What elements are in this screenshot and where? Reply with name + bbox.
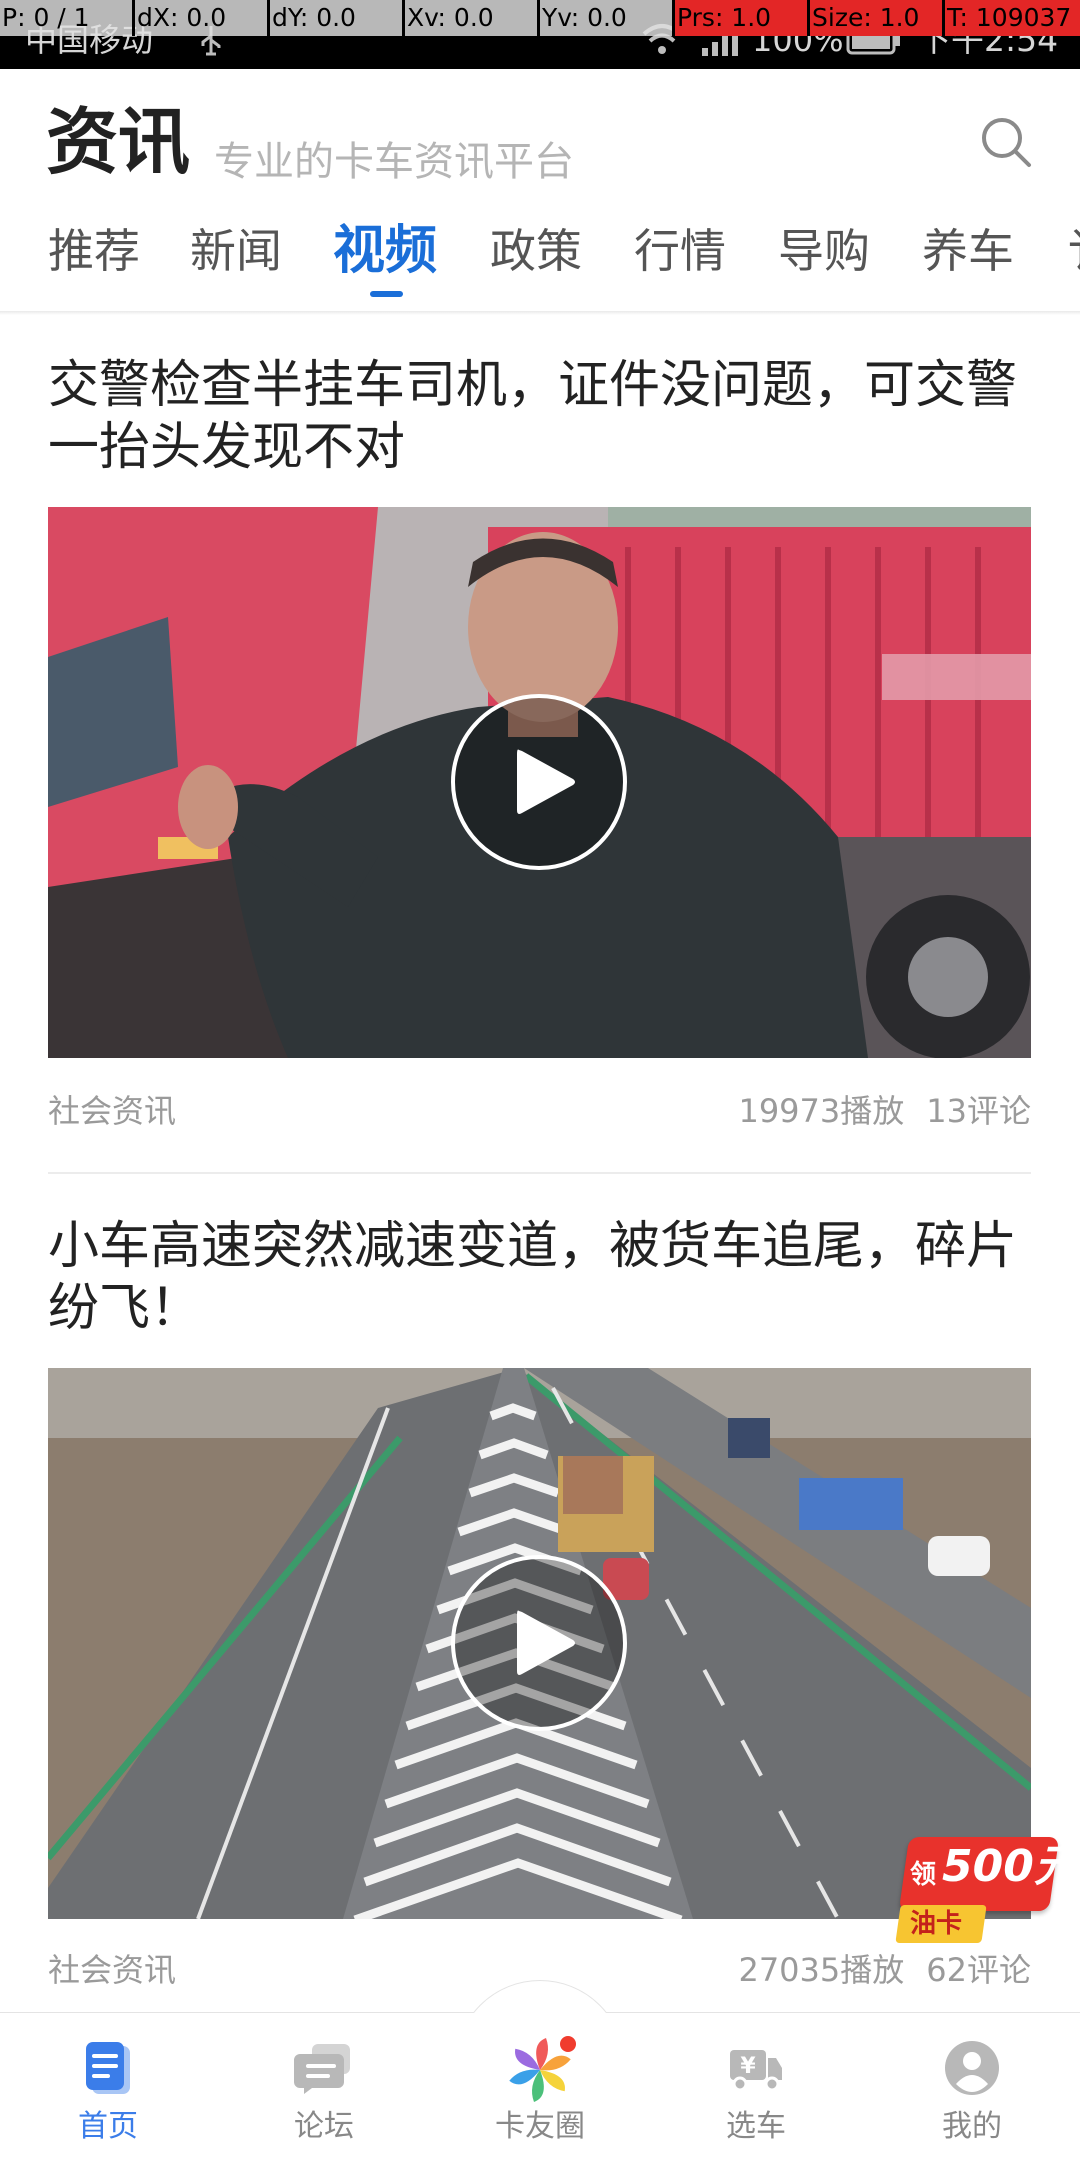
badge-amount: 500元 (942, 1841, 1078, 1892)
nav-item-home[interactable]: 首页 (0, 2013, 216, 2160)
home-doc-icon (86, 2042, 130, 2094)
nav-item-mine[interactable]: 我的 (864, 2013, 1080, 2160)
badge-prefix: 领 (910, 1860, 937, 1890)
comment-count: 62评论 (926, 1951, 1031, 1989)
tab-news[interactable]: 新闻 (190, 221, 282, 281)
debug-dy: dY: 0.0 (270, 0, 405, 36)
yuan-glyph: ¥ (740, 2054, 756, 2079)
play-icon (517, 1610, 575, 1675)
pointer-debug-overlay: P: 0 / 1 dX: 0.0 dY: 0.0 Xv: 0.0 Yv: 0.0… (0, 0, 1080, 36)
tab-policy[interactable]: 政策 (490, 221, 582, 281)
badge-label: 油卡 (910, 1909, 963, 1939)
play-count: 27035播放 (738, 1951, 905, 1989)
debug-pressure: Prs: 1.0 (675, 0, 810, 36)
debug-pointer-count: P: 0 / 1 (0, 0, 135, 36)
bottom-nav: 首页 论坛 卡友圈 ¥ 选车 我的 (0, 2012, 1080, 2160)
nav-label-truck-friends: 卡友圈 (495, 2109, 585, 2144)
search-icon[interactable] (978, 114, 1034, 170)
pinwheel-icon (509, 2036, 576, 2102)
debug-touch-time: T: 109037 (945, 0, 1080, 36)
debug-yv: Yv: 0.0 (540, 0, 675, 36)
article-divider (48, 1172, 1031, 1174)
fuel-card-promo-badge[interactable]: 领 500元 油卡 (895, 1833, 1078, 1946)
active-tab-indicator (370, 291, 403, 297)
tab-buying-guide[interactable]: 导购 (778, 221, 870, 281)
play-count: 19973播放 (738, 1092, 905, 1130)
article-title[interactable]: 交警检查半挂车司机，证件没问题，可交警一抬头发现不对 (48, 355, 1031, 479)
tab-maintenance[interactable]: 养车 (922, 221, 1014, 281)
article-category: 社会资讯 (48, 1092, 177, 1130)
tab-video[interactable]: 视频 (333, 221, 437, 281)
debug-size: Size: 1.0 (810, 0, 945, 36)
page-subtitle: 专业的卡车资讯平台 (214, 139, 574, 185)
nav-label-select-truck: 选车 (726, 2109, 786, 2144)
play-button[interactable] (451, 1555, 627, 1731)
tab-recommend[interactable]: 推荐 (48, 221, 140, 281)
play-button[interactable] (451, 694, 627, 870)
video-thumbnail[interactable] (48, 507, 1031, 1058)
video-thumbnail[interactable] (48, 1368, 1031, 1919)
nav-label-mine: 我的 (942, 2109, 1002, 2144)
article-meta: 社会资讯 19973播放 13评论 (48, 1092, 1031, 1130)
article-title[interactable]: 小车高速突然减速变道，被货车追尾，碎片纷飞！ (48, 1216, 1031, 1340)
nav-item-truck-friends[interactable]: 卡友圈 (432, 2013, 648, 2160)
page-title: 资讯 (46, 99, 191, 184)
article-stats: 19973播放 13评论 (738, 1092, 1031, 1130)
truck-price-icon: ¥ (730, 2050, 782, 2092)
tab-market[interactable]: 行情 (634, 221, 726, 281)
forum-chat-icon (294, 2044, 350, 2094)
tab-overflow[interactable]: 讠 (1068, 221, 1080, 281)
nav-label-forum: 论坛 (294, 2109, 354, 2144)
play-icon (517, 749, 575, 814)
debug-dx: dX: 0.0 (135, 0, 270, 36)
nav-label-home: 首页 (78, 2109, 138, 2144)
nav-center-bump (455, 1980, 625, 2013)
header-divider (0, 311, 1080, 315)
debug-xv: Xv: 0.0 (405, 0, 540, 36)
nav-item-forum[interactable]: 论坛 (216, 2013, 432, 2160)
article-category: 社会资讯 (48, 1951, 177, 1989)
nav-item-select-truck[interactable]: ¥ 选车 (648, 2013, 864, 2160)
app-screen: 中国移动 100% 下午2:54 P: 0 / 1 dX: 0.0 dY: 0.… (0, 0, 1080, 2160)
user-icon (945, 2041, 999, 2095)
comment-count: 13评论 (926, 1092, 1031, 1130)
notification-dot (560, 2036, 576, 2052)
article-stats: 27035播放 62评论 (738, 1951, 1031, 1989)
